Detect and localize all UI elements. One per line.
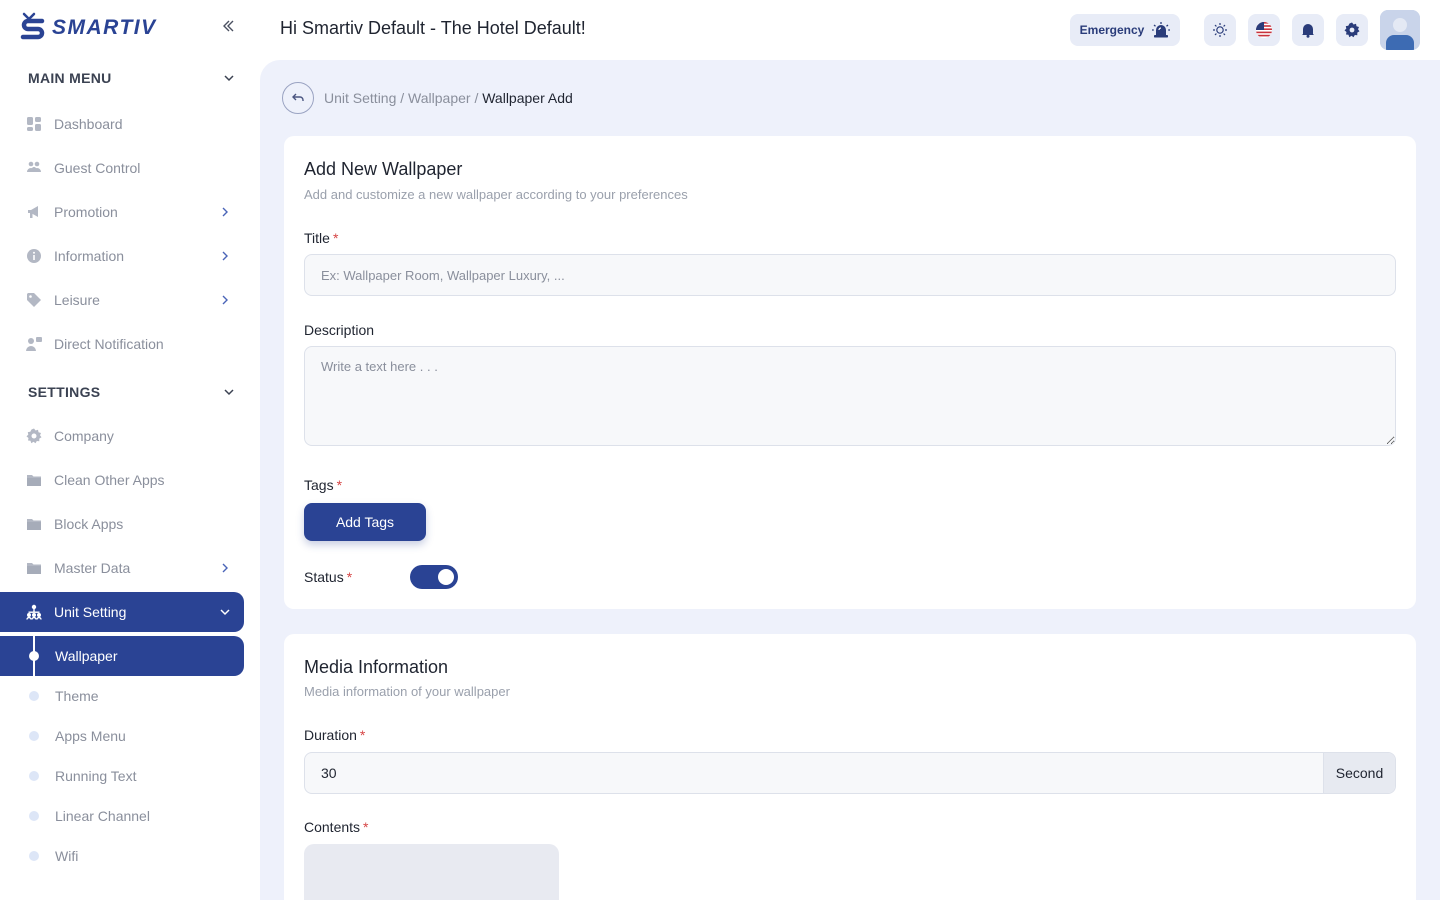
emergency-button[interactable]: Emergency [1070, 14, 1180, 46]
us-flag-icon [1256, 22, 1272, 38]
bullet-icon [29, 691, 39, 701]
breadcrumb: Unit Setting / Wallpaper / Wallpaper Add [324, 90, 573, 106]
sidebar-item-clean-other-apps[interactable]: Clean Other Apps [0, 460, 244, 500]
breadcrumb-link[interactable]: Unit Setting [324, 90, 396, 106]
sidebar-item-information[interactable]: Information [0, 236, 244, 276]
greeting-title: Hi Smartiv Default - The Hotel Default! [280, 18, 586, 38]
card-title: Add New Wallpaper [304, 159, 463, 179]
bullet-icon [29, 851, 39, 861]
breadcrumb-link[interactable]: Wallpaper [408, 90, 471, 106]
duration-unit: Second [1323, 753, 1395, 793]
smartiv-logo-icon [20, 12, 45, 40]
sidebar-subitem-wallpaper[interactable]: Wallpaper [0, 636, 244, 676]
sidebar-item-dashboard[interactable]: Dashboard [0, 104, 244, 144]
sidebar-subitem-apps-menu[interactable]: Apps Menu [0, 716, 244, 756]
tags-label: Tags * [304, 477, 343, 493]
chevron-down-icon [220, 609, 230, 616]
collapse-sidebar-icon[interactable] [218, 18, 238, 38]
dashboard-icon [26, 116, 42, 132]
duration-field: Second [304, 752, 1396, 794]
duration-label: Duration * [304, 727, 366, 743]
sidebar-subitem-linear-channel[interactable]: Linear Channel [0, 796, 244, 836]
folder-icon [26, 560, 42, 576]
guests-icon [26, 160, 42, 176]
brand-name: SMARTIV [52, 16, 157, 39]
sitemap-icon [26, 604, 42, 620]
description-label: Description [304, 322, 375, 338]
settings-heading[interactable]: SETTINGS [28, 380, 236, 404]
status-label: Status * [304, 569, 353, 585]
sidebar-item-leisure[interactable]: Leisure [0, 280, 244, 320]
description-textarea[interactable] [304, 346, 1396, 446]
card-title: Media Information [304, 657, 449, 677]
content-upload-box[interactable] [304, 844, 559, 900]
tag-icon [26, 292, 42, 308]
bullet-icon [29, 771, 39, 781]
settings-button[interactable] [1336, 14, 1368, 46]
bullet-icon [29, 811, 39, 821]
sidebar-item-direct-notification[interactable]: Direct Notification [0, 324, 244, 364]
title-label: Title * [304, 230, 339, 246]
sidebar-item-unit-setting[interactable]: Unit Setting [0, 592, 244, 632]
gear-icon [26, 428, 42, 444]
chevron-right-icon [222, 563, 228, 573]
folder-icon [26, 516, 42, 532]
sidebar-subitem-running-text[interactable]: Running Text [0, 756, 244, 796]
top-header: Hi Smartiv Default - The Hotel Default! … [260, 0, 1440, 60]
bell-icon [1302, 24, 1314, 38]
gear-icon [1344, 22, 1360, 38]
status-toggle[interactable] [410, 565, 458, 589]
submenu-indicator-line [33, 636, 35, 676]
sidebar-item-block-apps[interactable]: Block Apps [0, 504, 244, 544]
folder-icon [26, 472, 42, 488]
card-subtitle: Add and customize a new wallpaper accord… [304, 187, 688, 202]
chevron-down-icon [224, 75, 234, 82]
user-icon [1380, 10, 1420, 50]
sidebar: SMARTIV MAIN MENU Dashboard Guest Contro… [0, 0, 260, 900]
sidebar-subitem-theme[interactable]: Theme [0, 676, 244, 716]
info-icon [26, 248, 42, 264]
sidebar-item-promotion[interactable]: Promotion [0, 192, 244, 232]
chevron-right-icon [222, 295, 228, 305]
breadcrumb-current: Wallpaper Add [482, 90, 573, 106]
title-input[interactable] [304, 254, 1396, 296]
add-tags-button[interactable]: Add Tags [304, 503, 426, 541]
sidebar-subitem-wifi[interactable]: Wifi [0, 836, 244, 876]
card-subtitle: Media information of your wallpaper [304, 684, 510, 699]
sidebar-item-company[interactable]: Company [0, 416, 244, 456]
add-wallpaper-card: Add New Wallpaper Add and customize a ne… [284, 136, 1416, 609]
chevron-right-icon [222, 251, 228, 261]
toggle-knob [438, 569, 454, 585]
theme-toggle-button[interactable] [1204, 14, 1236, 46]
megaphone-icon [26, 204, 42, 220]
siren-icon [1152, 22, 1171, 38]
contents-label: Contents * [304, 819, 369, 835]
sidebar-item-master-data[interactable]: Master Data [0, 548, 244, 588]
notifications-button[interactable] [1292, 14, 1324, 46]
main-menu-heading[interactable]: MAIN MENU [28, 66, 236, 90]
chevron-right-icon [222, 207, 228, 217]
duration-input[interactable] [305, 753, 1323, 793]
sidebar-item-guest-control[interactable]: Guest Control [0, 148, 244, 188]
back-button[interactable] [282, 82, 314, 114]
user-avatar[interactable] [1380, 10, 1420, 50]
media-information-card: Media Information Media information of y… [284, 634, 1416, 900]
back-arrow-icon [292, 93, 304, 101]
notification-icon [26, 336, 42, 352]
main-content: Unit Setting / Wallpaper / Wallpaper Add… [260, 60, 1440, 900]
bullet-icon [29, 731, 39, 741]
chevron-down-icon [224, 389, 234, 396]
sun-icon [1213, 23, 1227, 37]
language-button[interactable] [1248, 14, 1280, 46]
brand-logo[interactable]: SMARTIV [20, 12, 157, 44]
